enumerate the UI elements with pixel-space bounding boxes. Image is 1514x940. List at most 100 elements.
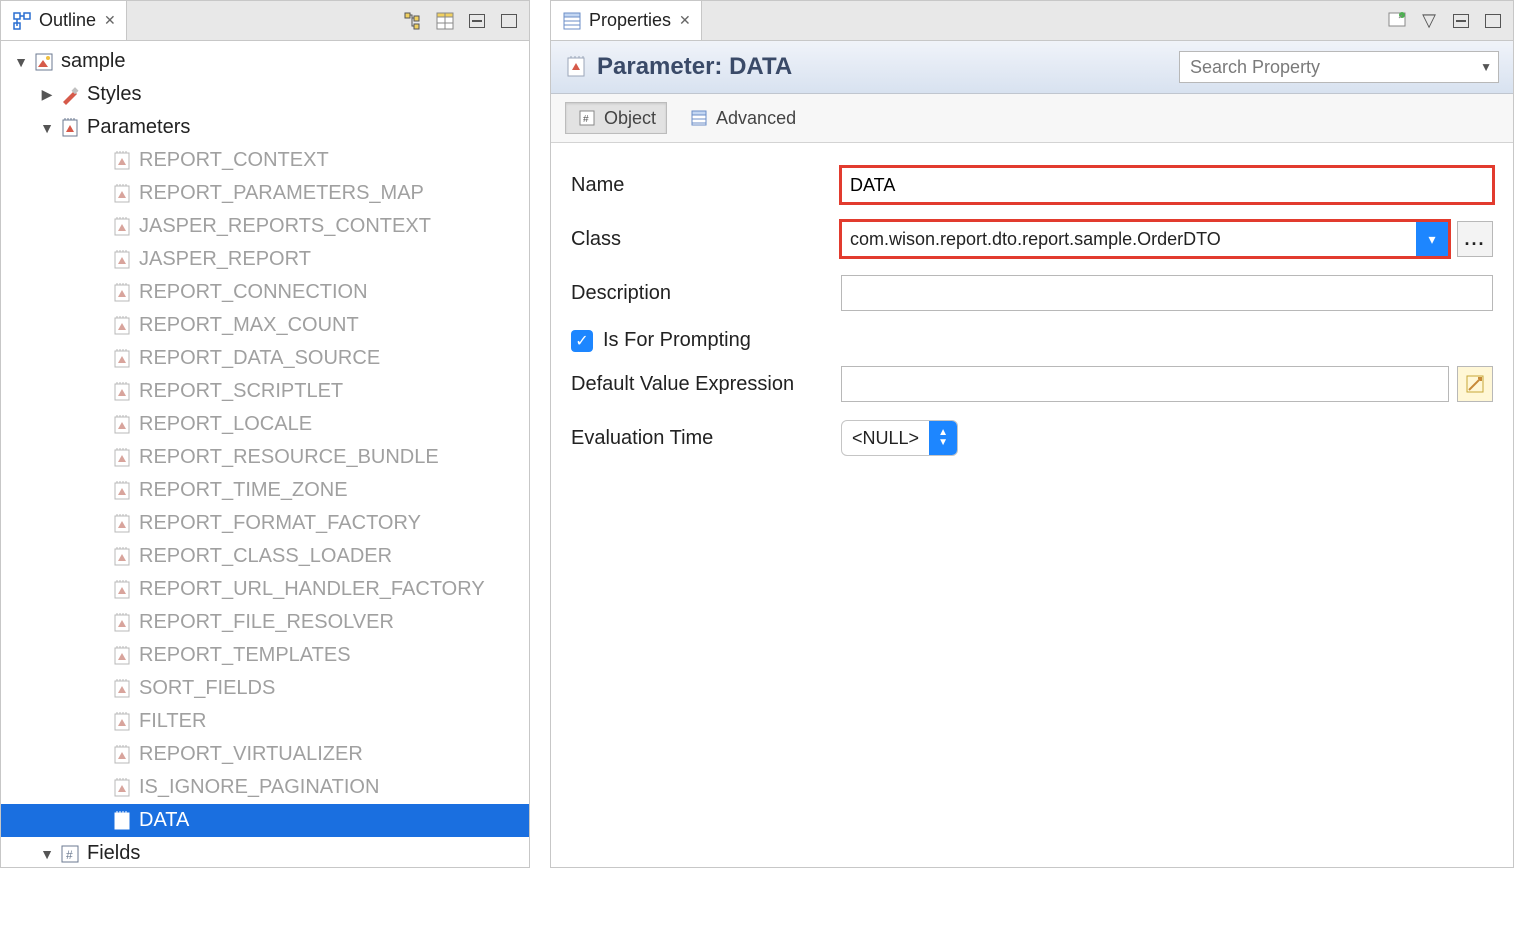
maximize-icon[interactable] bbox=[497, 9, 521, 33]
tree-item[interactable]: REPORT_CONTEXT bbox=[1, 144, 529, 177]
advanced-icon bbox=[688, 107, 710, 129]
param-icon bbox=[111, 480, 133, 502]
param-icon bbox=[111, 546, 133, 568]
class-browse-button[interactable]: ... bbox=[1457, 221, 1493, 257]
tree-item-label: REPORT_PARAMETERS_MAP bbox=[137, 182, 424, 205]
tree-item-label: REPORT_URL_HANDLER_FACTORY bbox=[137, 578, 485, 601]
table-mode-icon[interactable] bbox=[433, 9, 457, 33]
chevron-down-icon[interactable]: ▼ bbox=[13, 54, 29, 70]
tree-item[interactable]: JASPER_REPORTS_CONTEXT bbox=[1, 210, 529, 243]
subtab-advanced[interactable]: Advanced bbox=[677, 102, 807, 134]
tree-item[interactable]: JASPER_REPORT bbox=[1, 243, 529, 276]
stepper-arrows-icon: ▲▼ bbox=[929, 421, 957, 455]
outline-icon bbox=[11, 10, 33, 32]
tree-item[interactable]: REPORT_VIRTUALIZER bbox=[1, 738, 529, 771]
description-input[interactable] bbox=[841, 275, 1493, 311]
properties-title-prefix: Parameter: bbox=[597, 53, 729, 80]
subtab-object[interactable]: # Object bbox=[565, 102, 667, 134]
param-icon bbox=[111, 447, 133, 469]
prompting-checkbox[interactable]: ✓ bbox=[571, 330, 593, 352]
param-icon bbox=[111, 612, 133, 634]
outline-tab[interactable]: Outline ✕ bbox=[1, 1, 127, 40]
properties-tab[interactable]: Properties ✕ bbox=[551, 1, 702, 40]
tree-item-label: FILTER bbox=[137, 710, 206, 733]
tree-item[interactable]: ▼ Parameters bbox=[1, 111, 529, 144]
tree-item[interactable]: REPORT_CONNECTION bbox=[1, 276, 529, 309]
tree-item[interactable]: REPORT_SCRIPTLET bbox=[1, 375, 529, 408]
tree-item[interactable]: IS_IGNORE_PAGINATION bbox=[1, 771, 529, 804]
description-label: Description bbox=[571, 282, 841, 305]
tree-item[interactable]: REPORT_TIME_ZONE bbox=[1, 474, 529, 507]
param-icon bbox=[565, 56, 587, 78]
properties-icon bbox=[561, 10, 583, 32]
param-icon bbox=[111, 711, 133, 733]
search-property-input[interactable]: Search Property ▼ bbox=[1179, 51, 1499, 83]
prompting-label: Is For Prompting bbox=[603, 329, 751, 352]
eval-time-select[interactable]: <NULL> ▲▼ bbox=[841, 420, 958, 456]
param-icon bbox=[111, 645, 133, 667]
chevron-down-icon: ▼ bbox=[1480, 60, 1492, 74]
view-menu-icon[interactable]: ▽ bbox=[1417, 9, 1441, 33]
properties-tabbar: Properties ✕ ▽ bbox=[551, 1, 1513, 41]
maximize-icon[interactable] bbox=[1481, 9, 1505, 33]
tree-item[interactable]: SORT_FIELDS bbox=[1, 672, 529, 705]
tree-item-label: REPORT_DATA_SOURCE bbox=[137, 347, 380, 370]
tree-item-label: REPORT_SCRIPTLET bbox=[137, 380, 343, 403]
search-placeholder: Search Property bbox=[1190, 57, 1320, 78]
chevron-down-icon[interactable]: ▾ bbox=[1416, 222, 1448, 256]
minimize-icon[interactable] bbox=[465, 9, 489, 33]
name-input[interactable] bbox=[841, 167, 1493, 203]
chevron-right-icon[interactable]: ▶ bbox=[39, 86, 55, 103]
report-icon bbox=[33, 51, 55, 73]
close-icon[interactable]: ✕ bbox=[104, 12, 116, 29]
param-icon bbox=[111, 282, 133, 304]
param-icon bbox=[111, 744, 133, 766]
tree-item[interactable]: ▶ Styles bbox=[1, 78, 529, 111]
tree-mode-icon[interactable] bbox=[401, 9, 425, 33]
tree-item[interactable]: REPORT_RESOURCE_BUNDLE bbox=[1, 441, 529, 474]
param-icon bbox=[59, 117, 81, 139]
tree-item-label: REPORT_VIRTUALIZER bbox=[137, 743, 363, 766]
tree-item[interactable]: REPORT_LOCALE bbox=[1, 408, 529, 441]
tree-item[interactable]: REPORT_PARAMETERS_MAP bbox=[1, 177, 529, 210]
tree-item-label: Styles bbox=[85, 83, 141, 106]
param-icon bbox=[111, 777, 133, 799]
tree-item-selected[interactable]: DATA bbox=[1, 804, 529, 837]
param-icon bbox=[111, 348, 133, 370]
tree-item[interactable]: REPORT_CLASS_LOADER bbox=[1, 540, 529, 573]
tree-item[interactable]: ▼sample bbox=[1, 45, 529, 78]
param-icon bbox=[111, 216, 133, 238]
tree-item[interactable]: FILTER bbox=[1, 705, 529, 738]
param-icon bbox=[111, 315, 133, 337]
subtab-advanced-label: Advanced bbox=[716, 108, 796, 129]
tree-item-label: Parameters bbox=[85, 116, 190, 139]
tree-item-label: REPORT_MAX_COUNT bbox=[137, 314, 359, 337]
param-icon bbox=[111, 678, 133, 700]
tree-item[interactable]: REPORT_FILE_RESOLVER bbox=[1, 606, 529, 639]
tree-item-label: JASPER_REPORT bbox=[137, 248, 311, 271]
class-value: com.wison.report.dto.report.sample.Order… bbox=[842, 229, 1416, 250]
svg-text:#: # bbox=[66, 848, 73, 862]
chevron-down-icon[interactable]: ▼ bbox=[39, 120, 55, 136]
name-label: Name bbox=[571, 174, 841, 197]
minimize-icon[interactable] bbox=[1449, 9, 1473, 33]
properties-header: Parameter: DATA Search Property ▼ bbox=[551, 41, 1513, 94]
tree-item[interactable]: REPORT_TEMPLATES bbox=[1, 639, 529, 672]
class-combobox[interactable]: com.wison.report.dto.report.sample.Order… bbox=[841, 221, 1449, 257]
param-icon bbox=[111, 150, 133, 172]
pin-icon[interactable] bbox=[1385, 9, 1409, 33]
close-icon[interactable]: ✕ bbox=[679, 12, 691, 29]
tree-item-label: REPORT_CLASS_LOADER bbox=[137, 545, 392, 568]
tree-item[interactable]: REPORT_MAX_COUNT bbox=[1, 309, 529, 342]
expression-editor-button[interactable] bbox=[1457, 366, 1493, 402]
svg-text:#: # bbox=[583, 114, 589, 125]
tree-item[interactable]: REPORT_FORMAT_FACTORY bbox=[1, 507, 529, 540]
properties-subtabs: # Object Advanced bbox=[551, 94, 1513, 143]
tree-item[interactable]: REPORT_DATA_SOURCE bbox=[1, 342, 529, 375]
chevron-down-icon[interactable]: ▼ bbox=[39, 846, 55, 862]
outline-tree[interactable]: ▼sample ▶ Styles ▼ Parameters REPORT_CONTEXT R… bbox=[1, 41, 529, 867]
outline-tab-label: Outline bbox=[39, 10, 96, 31]
tree-item[interactable]: REPORT_URL_HANDLER_FACTORY bbox=[1, 573, 529, 606]
default-expr-input[interactable] bbox=[841, 366, 1449, 402]
tree-item[interactable]: ▼#Fields bbox=[1, 837, 529, 867]
